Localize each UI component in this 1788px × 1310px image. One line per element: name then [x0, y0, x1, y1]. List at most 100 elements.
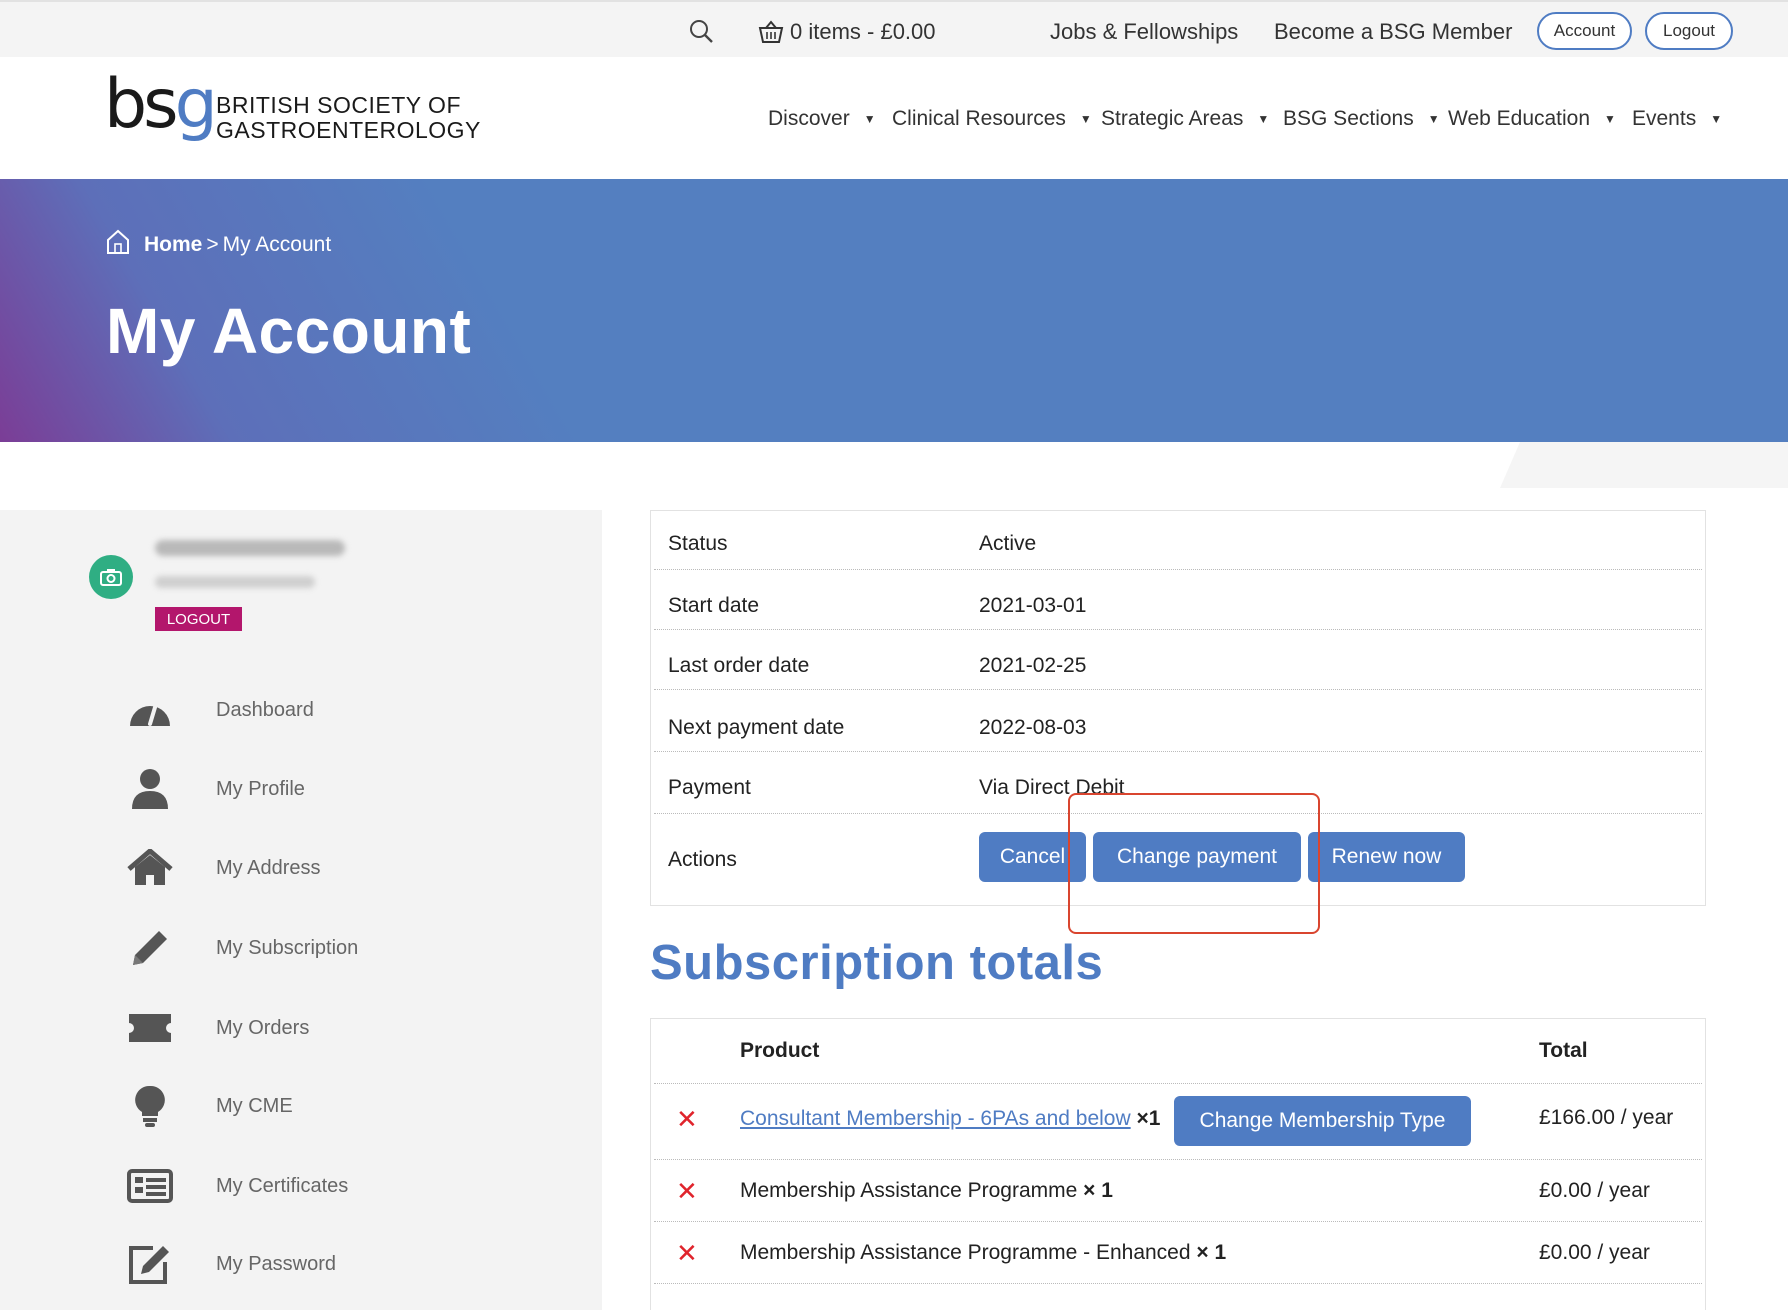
sidebar-item-label: My Subscription: [216, 936, 359, 959]
caret-down-icon: ▼: [1710, 112, 1723, 127]
nav-label: BSG Sections: [1283, 107, 1414, 130]
jobs-link[interactable]: Jobs & Fellowships: [1050, 19, 1238, 45]
caret-down-icon: ▼: [1257, 112, 1270, 127]
table-row: [654, 1283, 1702, 1310]
sidebar-item-my-certificates[interactable]: My Certificates: [126, 1161, 526, 1211]
user-icon: [126, 765, 174, 813]
qty-value: 1: [1101, 1179, 1113, 1202]
nav-label: Clinical Resources: [892, 107, 1066, 130]
table-row: ✕ Membership Assistance Programme × 1 £0…: [654, 1159, 1702, 1219]
nav-bsg-sections[interactable]: BSG Sections ▼: [1283, 107, 1440, 131]
dashboard-icon: [126, 686, 174, 734]
nav-strategic-areas[interactable]: Strategic Areas ▼: [1101, 107, 1269, 131]
column-header-total: Total: [1539, 1039, 1588, 1062]
site-header: bsg BRITISH SOCIETY OF GASTROENTEROLOGY …: [0, 57, 1788, 179]
row-value: 2021-03-01: [979, 594, 1087, 617]
sidebar-item-my-profile[interactable]: My Profile: [126, 764, 526, 814]
renew-now-button[interactable]: Renew now: [1308, 832, 1465, 882]
camera-icon: [100, 569, 122, 586]
sidebar-item-dashboard[interactable]: Dashboard: [126, 685, 526, 735]
logo-line-1: BRITISH SOCIETY OF: [216, 92, 461, 118]
caret-down-icon: ▼: [863, 112, 876, 127]
search-icon[interactable]: [688, 18, 714, 49]
home-icon[interactable]: [106, 229, 130, 261]
qty-value: 1: [1148, 1107, 1161, 1130]
remove-item-icon[interactable]: ✕: [676, 1238, 698, 1269]
pencil-icon: [126, 924, 174, 972]
item-total: £166.00 / year: [1539, 1106, 1674, 1129]
sidebar-item-my-cme[interactable]: My CME: [126, 1081, 526, 1131]
logout-button[interactable]: Logout: [1645, 12, 1733, 50]
caret-down-icon: ▼: [1079, 112, 1092, 127]
product-name: Membership Assistance Programme - Enhanc…: [740, 1241, 1191, 1264]
cart-icon[interactable]: [758, 20, 784, 49]
sidebar-item-label: My Password: [216, 1252, 337, 1275]
caret-down-icon: ▼: [1604, 112, 1616, 127]
qty-prefix: ×: [1083, 1179, 1096, 1202]
avatar[interactable]: [89, 555, 133, 599]
row-value: Active: [979, 532, 1037, 555]
breadcrumb-home-link[interactable]: Home: [144, 233, 202, 257]
utility-bar: 0 items - £0.00 Jobs & Fellowships Becom…: [0, 0, 1788, 57]
logo-text: BRITISH SOCIETY OF GASTROENTEROLOGY: [216, 93, 481, 143]
breadcrumb-separator: >: [206, 233, 219, 256]
remove-item-icon[interactable]: ✕: [676, 1104, 698, 1135]
logo-mark: bsg: [104, 65, 218, 144]
nav-web-education[interactable]: Web Education ▼: [1448, 107, 1616, 131]
qty-value: 1: [1214, 1241, 1227, 1264]
decorative-angle: [1500, 442, 1788, 488]
table-row: Last order date 2021-02-25: [654, 634, 1702, 690]
breadcrumb-current: My Account: [222, 233, 332, 256]
product-cell: Membership Assistance Programme × 1: [740, 1179, 1113, 1203]
sidebar-item-my-subscription[interactable]: My Subscription: [126, 923, 526, 973]
sidebar-item-label: My Profile: [216, 777, 305, 800]
subscription-totals-heading: Subscription totals: [650, 936, 1104, 990]
product-cell: Membership Assistance Programme - Enhanc…: [740, 1241, 1226, 1265]
qty-prefix: ×: [1196, 1241, 1209, 1264]
row-value: 2021-02-25: [979, 654, 1087, 677]
remove-item-icon[interactable]: ✕: [676, 1176, 698, 1207]
cart-summary-link[interactable]: 0 items - £0.00: [790, 19, 936, 45]
table-row: ✕ Consultant Membership - 6PAs and below…: [654, 1083, 1702, 1155]
sidebar-item-label: My CME: [216, 1094, 293, 1117]
table-row: Start date 2021-03-01: [654, 574, 1702, 630]
sidebar-item-my-orders[interactable]: My Orders: [126, 1003, 526, 1053]
product-cell: Consultant Membership - 6PAs and below ×…: [740, 1107, 1160, 1131]
table-row: Status Active: [654, 514, 1702, 570]
qty-prefix: ×: [1136, 1107, 1149, 1130]
sidebar-item-my-password[interactable]: My Password: [126, 1239, 526, 1289]
breadcrumb: Home > My Account: [106, 229, 331, 261]
user-email-redacted: [155, 576, 315, 588]
item-total: £0.00 / year: [1539, 1241, 1650, 1264]
subscription-totals-table: Product Total ✕ Consultant Membership - …: [650, 1018, 1706, 1310]
change-membership-type-button[interactable]: Change Membership Type: [1174, 1096, 1471, 1146]
home-icon: [126, 844, 174, 892]
nav-events[interactable]: Events ▼: [1632, 107, 1722, 131]
nav-label: Discover: [768, 107, 850, 130]
account-button[interactable]: Account: [1537, 12, 1632, 50]
sidebar-item-label: My Certificates: [216, 1174, 349, 1197]
row-label: Payment: [668, 776, 751, 799]
page-hero: Home > My Account My Account: [0, 179, 1788, 442]
nav-label: Events: [1632, 107, 1697, 130]
certificate-icon: [126, 1162, 174, 1210]
row-label: Status: [668, 532, 728, 555]
logo-line-2: GASTROENTEROLOGY: [216, 117, 481, 143]
become-member-link[interactable]: Become a BSG Member: [1274, 19, 1512, 45]
item-total: £0.00 / year: [1539, 1179, 1650, 1202]
table-row: ✕ Membership Assistance Programme - Enha…: [654, 1221, 1702, 1281]
column-header-product: Product: [740, 1039, 820, 1062]
nav-discover[interactable]: Discover ▼: [768, 107, 876, 131]
nav-label: Strategic Areas: [1101, 107, 1244, 130]
user-name-redacted: [155, 540, 345, 556]
nav-clinical-resources[interactable]: Clinical Resources ▼: [892, 107, 1092, 131]
edit-icon: [126, 1240, 174, 1288]
nav-label: Web Education: [1448, 107, 1591, 130]
caret-down-icon: ▼: [1427, 112, 1440, 127]
sidebar-item-my-address[interactable]: My Address: [126, 843, 526, 893]
product-link[interactable]: Consultant Membership - 6PAs and below: [740, 1107, 1131, 1130]
product-name: Membership Assistance Programme: [740, 1179, 1078, 1202]
sidebar-logout-button[interactable]: LOGOUT: [155, 607, 242, 631]
account-sidebar: LOGOUT Dashboard My Profile My Address M…: [0, 510, 602, 1310]
row-label: Actions: [668, 848, 737, 871]
